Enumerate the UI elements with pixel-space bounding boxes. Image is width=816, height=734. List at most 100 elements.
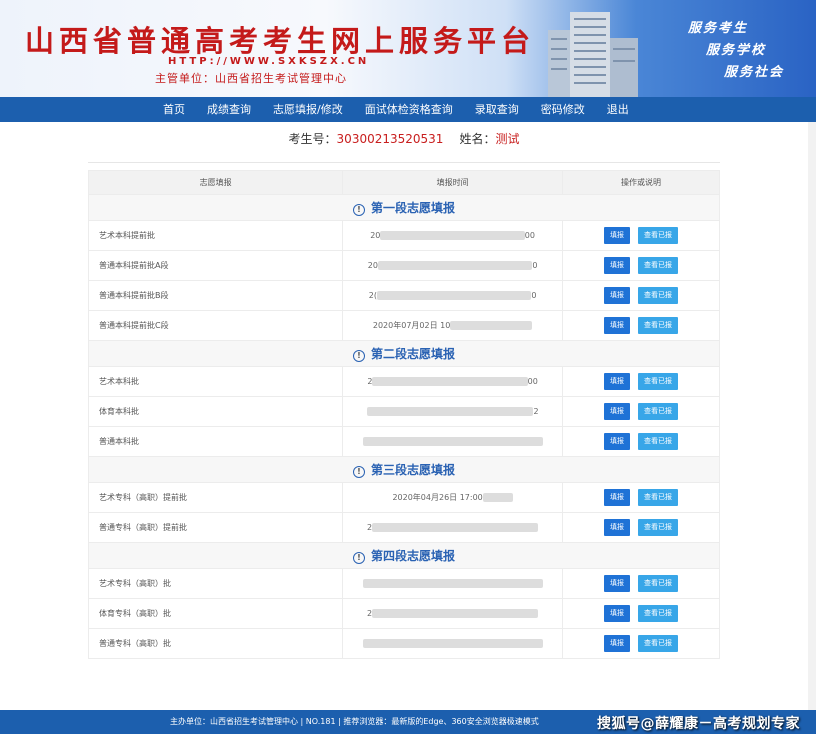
col-header-time: 填报时间 xyxy=(342,170,563,195)
site-title: 山西省普通高考考生网上服务平台 xyxy=(25,24,536,58)
batch-name: 普通本科提前批C段 xyxy=(87,310,344,341)
blurred-time xyxy=(372,377,528,386)
view-submitted-button[interactable]: 查看已报 xyxy=(637,575,678,592)
fill-button[interactable]: 填报 xyxy=(603,489,630,506)
slogan: 服务学校 xyxy=(705,43,766,58)
table-row: 体育专科（高职）批 2 填报 查看已报 xyxy=(87,598,721,629)
view-submitted-button[interactable]: 查看已报 xyxy=(637,403,678,420)
time-start: 2020年04月26日 17:00 xyxy=(392,493,483,502)
time-cell: 2(0 xyxy=(342,280,563,311)
fill-button[interactable]: 填报 xyxy=(603,373,630,390)
section-title: 第二段志愿填报 xyxy=(370,347,455,361)
fill-button[interactable]: 填报 xyxy=(603,575,630,592)
slogans: 服务考生 服务学校 服务社会 xyxy=(674,18,784,84)
slogan: 服务社会 xyxy=(723,65,784,80)
nav-home[interactable]: 首页 xyxy=(163,97,185,122)
time-end: 2 xyxy=(533,407,539,416)
nav-interview-query[interactable]: 面试体检资格查询 xyxy=(365,97,453,122)
table-row: 艺术本科提前批 20 00 填报 查看已报 xyxy=(87,220,721,251)
site-url: HTTP://WWW.SXKSZX.CN xyxy=(168,56,370,67)
table-row: 普通专科（高职）提前批 2 填报 查看已报 xyxy=(87,512,721,543)
batch-name: 普通本科提前批A段 xyxy=(87,250,344,281)
section-title: 第三段志愿填报 xyxy=(370,463,455,477)
time-cell: 2020年04月26日 17:00 xyxy=(342,482,563,513)
fill-button[interactable]: 填报 xyxy=(603,317,630,334)
blurred-time xyxy=(380,231,525,240)
view-submitted-button[interactable]: 查看已报 xyxy=(637,519,678,536)
view-submitted-button[interactable]: 查看已报 xyxy=(637,317,678,334)
time-cell: 2020年07月02日 10 xyxy=(342,310,563,341)
table-row: 艺术专科（高职）提前批 2020年04月26日 17:00 填报 查看已报 xyxy=(87,482,721,513)
action-cell: 填报 查看已报 xyxy=(561,426,721,457)
student-id-label: 考生号： xyxy=(288,132,337,146)
application-table: 志愿填报 填报时间 操作或说明 ! 第一段志愿填报 艺术本科提前批 20 00 填报 查看已… xyxy=(87,170,721,659)
batch-name: 体育专科（高职）批 xyxy=(87,598,344,629)
action-cell: 填报 查看已报 xyxy=(561,396,721,427)
view-submitted-button[interactable]: 查看已报 xyxy=(637,287,678,304)
fill-button[interactable]: 填报 xyxy=(603,287,630,304)
batch-name: 艺术本科批 xyxy=(87,366,344,397)
nav-score-query[interactable]: 成绩查询 xyxy=(207,97,251,122)
nav-application[interactable]: 志愿填报/修改 xyxy=(273,97,343,122)
view-submitted-button[interactable]: 查看已报 xyxy=(637,433,678,450)
blurred-time xyxy=(377,261,533,270)
nav-admission-query[interactable]: 录取查询 xyxy=(475,97,519,122)
view-submitted-button[interactable]: 查看已报 xyxy=(637,489,678,506)
time-cell: 2 xyxy=(342,396,563,427)
view-submitted-button[interactable]: 查看已报 xyxy=(637,635,678,652)
blurred-time xyxy=(450,321,533,330)
fill-button[interactable]: 填报 xyxy=(603,403,630,420)
section-header: ! 第三段志愿填报 xyxy=(88,456,720,483)
view-submitted-button[interactable]: 查看已报 xyxy=(637,373,678,390)
section-title: 第一段志愿填报 xyxy=(370,201,455,215)
fill-button[interactable]: 填报 xyxy=(603,635,630,652)
blurred-time xyxy=(482,493,513,502)
time-cell: 2 xyxy=(342,512,563,543)
batch-name: 普通专科（高职）批 xyxy=(87,628,344,659)
batch-name: 艺术专科（高职）提前批 xyxy=(87,482,344,513)
action-cell: 填报 查看已报 xyxy=(561,482,721,513)
blurred-time xyxy=(372,609,539,618)
student-info: 考生号：30300213520531 姓名：测试 xyxy=(0,130,808,147)
site-footer: 主办单位：山西省招生考试管理中心 | NO.181 | 推荐浏览器：最新版的Ed… xyxy=(0,710,816,734)
time-start: 20 xyxy=(367,261,378,270)
blurred-time xyxy=(362,639,543,648)
fill-button[interactable]: 填报 xyxy=(603,257,630,274)
blurred-time xyxy=(372,523,539,532)
time-cell xyxy=(342,568,563,599)
time-cell: 20 00 xyxy=(342,220,563,251)
time-end: 00 xyxy=(527,377,538,386)
action-cell: 填报 查看已报 xyxy=(561,280,721,311)
action-cell: 填报 查看已报 xyxy=(561,568,721,599)
action-cell: 填报 查看已报 xyxy=(561,512,721,543)
info-icon: ! xyxy=(352,551,365,564)
table-row: 体育本科批 2 填报 查看已报 xyxy=(87,396,721,427)
fill-button[interactable]: 填报 xyxy=(603,227,630,244)
blurred-time xyxy=(362,437,543,446)
info-icon: ! xyxy=(352,465,365,478)
fill-button[interactable]: 填报 xyxy=(603,605,630,622)
time-cell: 2 xyxy=(342,598,563,629)
nav-password[interactable]: 密码修改 xyxy=(541,97,585,122)
time-cell: 20 0 xyxy=(342,250,563,281)
section-header: ! 第四段志愿填报 xyxy=(88,542,720,569)
table-row: 普通专科（高职）批 填报 查看已报 xyxy=(87,628,721,659)
batch-name: 艺术专科（高职）批 xyxy=(87,568,344,599)
fill-button[interactable]: 填报 xyxy=(603,519,630,536)
action-cell: 填报 查看已报 xyxy=(561,310,721,341)
info-icon: ! xyxy=(352,203,365,216)
table-row: 普通本科提前批B段 2(0 填报 查看已报 xyxy=(87,280,721,311)
action-cell: 填报 查看已报 xyxy=(561,628,721,659)
time-start: 2020年07月02日 10 xyxy=(372,321,451,330)
main-nav: 首页 成绩查询 志愿填报/修改 面试体检资格查询 录取查询 密码修改 退出 xyxy=(0,97,816,122)
view-submitted-button[interactable]: 查看已报 xyxy=(637,227,678,244)
batch-name: 普通本科提前批B段 xyxy=(87,280,344,311)
view-submitted-button[interactable]: 查看已报 xyxy=(637,605,678,622)
fill-button[interactable]: 填报 xyxy=(603,433,630,450)
nav-logout[interactable]: 退出 xyxy=(607,97,629,122)
action-cell: 填报 查看已报 xyxy=(561,220,721,251)
info-icon: ! xyxy=(352,349,365,362)
action-cell: 填报 查看已报 xyxy=(561,598,721,629)
section-header: ! 第二段志愿填报 xyxy=(88,340,720,367)
view-submitted-button[interactable]: 查看已报 xyxy=(637,257,678,274)
